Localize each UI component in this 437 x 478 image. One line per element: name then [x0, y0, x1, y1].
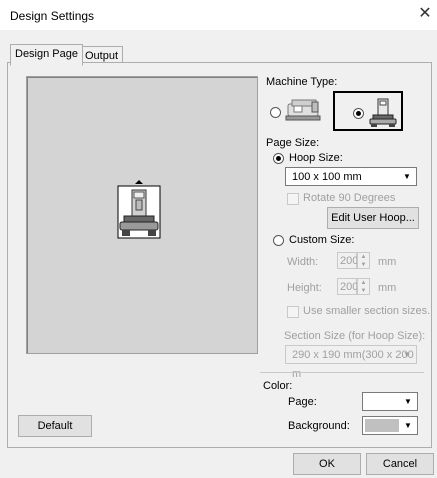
spin-down-icon: ▼	[360, 288, 367, 294]
use-smaller-sections-label: Use smaller section sizes.	[303, 305, 431, 317]
width-label: Width:	[287, 256, 319, 268]
spin-up-icon: ▲	[360, 254, 367, 260]
tab-output-label: Output	[85, 50, 119, 62]
section-size-dropdown[interactable]: 290 x 190 mm(300 x 200 m ▼	[285, 345, 417, 380]
design-page-preview	[26, 76, 258, 354]
machine-type-radio-embroidery[interactable]	[353, 108, 364, 119]
custom-size-radio[interactable]	[273, 235, 284, 246]
close-icon[interactable]: ✕	[416, 4, 434, 24]
section-size-label: Section Size (for Hoop Size):	[284, 330, 426, 342]
spin-up-icon: ▲	[360, 280, 367, 286]
tab-design-page[interactable]: Design Page	[10, 44, 83, 66]
height-spinner[interactable]: ▲ ▼	[357, 278, 370, 295]
tab-design-page-label: Design Page	[15, 48, 78, 60]
edit-user-hoop-button[interactable]: Edit User Hoop...	[327, 207, 419, 229]
chevron-down-icon: ▼	[404, 421, 412, 430]
sewing-machine-icon[interactable]	[284, 96, 324, 124]
machine-type-radio-sewing[interactable]	[270, 107, 281, 118]
window-title: Design Settings	[10, 9, 95, 23]
width-spinner[interactable]: ▲ ▼	[357, 252, 370, 269]
embroidery-machine-option-box[interactable]	[333, 91, 403, 131]
background-color-label: Background:	[288, 420, 350, 432]
machine-type-label: Machine Type:	[266, 76, 338, 88]
width-input[interactable]: 200	[337, 252, 359, 269]
width-value: 200	[340, 255, 359, 267]
hoop-machine-preview-icon	[117, 180, 161, 239]
rotate-90-label: Rotate 90 Degrees	[303, 192, 396, 204]
hoop-size-radio[interactable]	[273, 153, 284, 164]
ok-button-label: OK	[319, 458, 335, 470]
chevron-down-icon: ▼	[403, 350, 411, 359]
height-input[interactable]: 200	[337, 278, 359, 295]
background-color-dropdown[interactable]: ▼	[362, 416, 418, 435]
divider	[260, 372, 424, 373]
cancel-button-label: Cancel	[382, 458, 418, 470]
page-color-swatch	[365, 395, 399, 408]
hoop-size-value: 100 x 100 mm	[292, 171, 362, 183]
cancel-button[interactable]: Cancel	[366, 453, 434, 475]
default-button[interactable]: Default	[18, 415, 92, 437]
rotate-90-checkbox[interactable]	[287, 193, 299, 205]
hoop-size-label: Hoop Size:	[289, 152, 343, 164]
height-unit: mm	[378, 282, 397, 294]
ok-button[interactable]: OK	[293, 453, 361, 475]
background-color-swatch	[365, 419, 399, 432]
custom-size-label: Custom Size:	[289, 234, 355, 246]
edit-user-hoop-label: Edit User Hoop...	[331, 212, 415, 224]
title-bar: Design Settings ✕	[0, 0, 437, 31]
height-label: Height:	[287, 282, 322, 294]
chevron-down-icon: ▼	[404, 397, 412, 406]
hoop-size-dropdown[interactable]: 100 x 100 mm ▼	[285, 167, 417, 186]
default-button-label: Default	[37, 420, 73, 432]
embroidery-machine-icon	[369, 98, 397, 127]
spin-down-icon: ▼	[360, 262, 367, 268]
page-size-label: Page Size:	[266, 137, 320, 149]
chevron-down-icon: ▼	[403, 172, 411, 181]
use-smaller-sections-checkbox[interactable]	[287, 306, 299, 318]
width-unit: mm	[378, 256, 397, 268]
page-color-dropdown[interactable]: ▼	[362, 392, 418, 411]
page-color-label: Page:	[288, 396, 317, 408]
height-value: 200	[340, 281, 359, 293]
color-label: Color:	[263, 380, 293, 392]
